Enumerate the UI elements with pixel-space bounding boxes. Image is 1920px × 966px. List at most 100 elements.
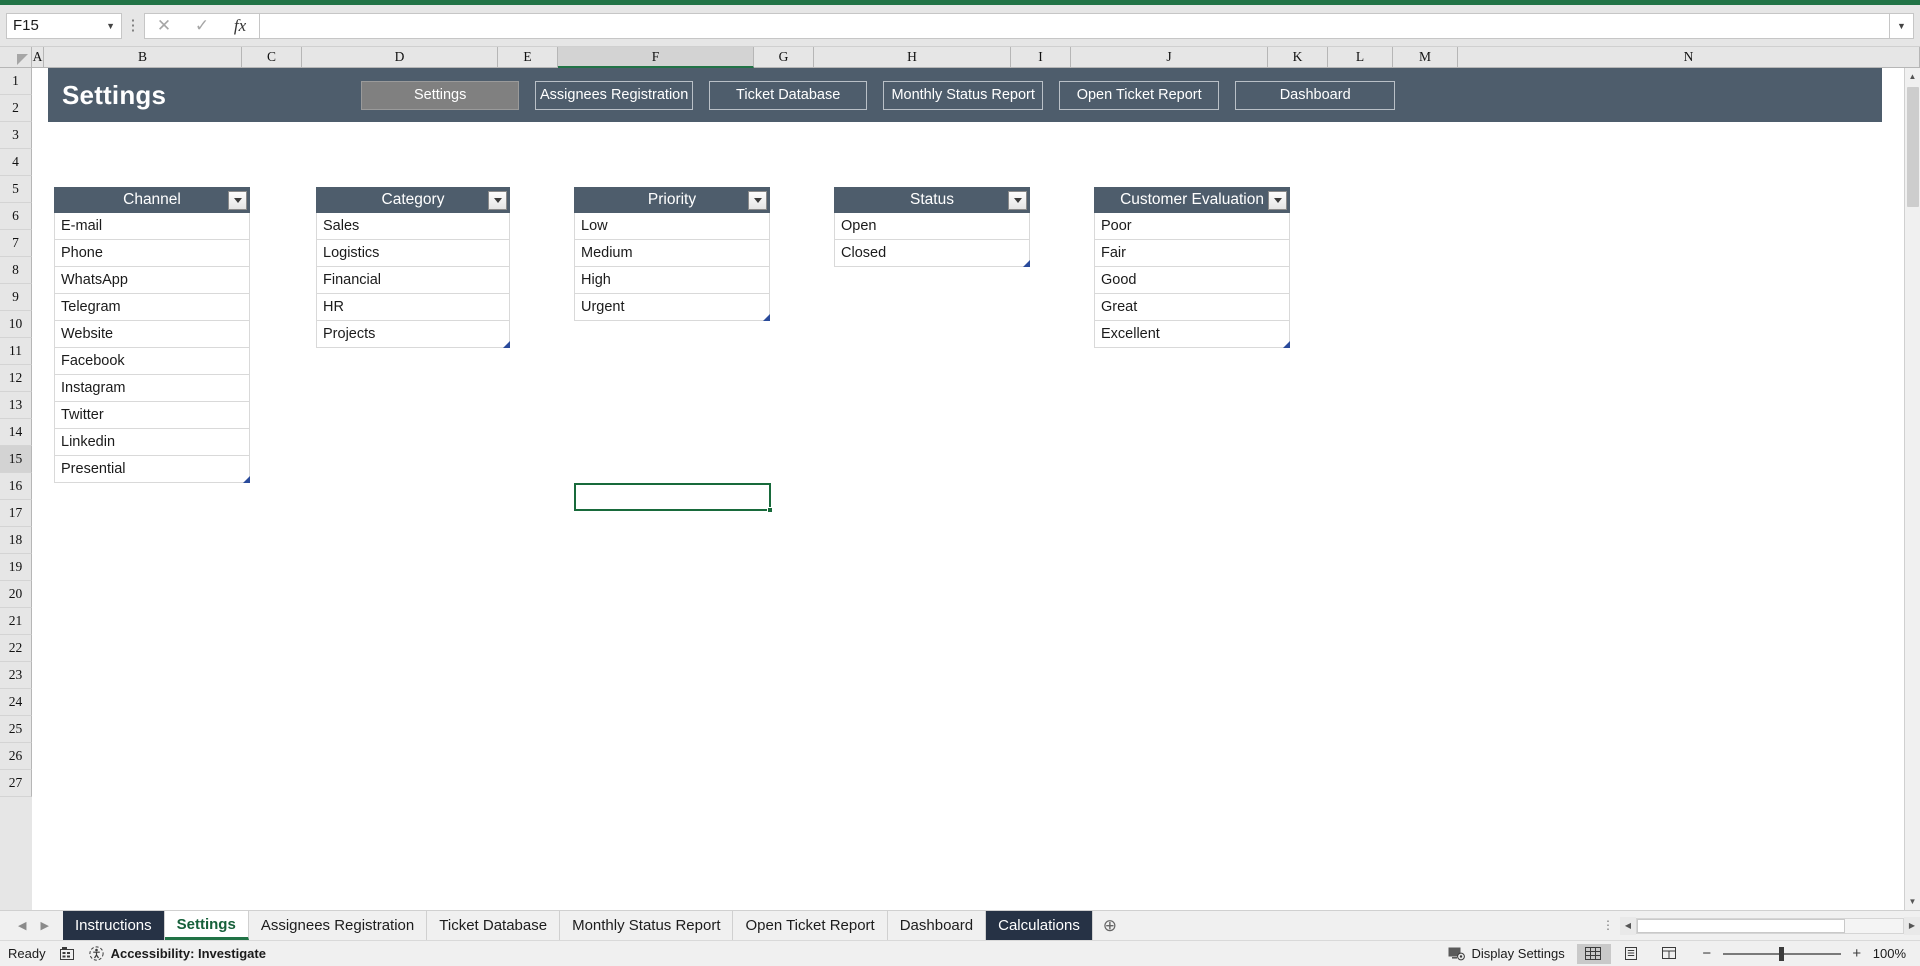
lookup-table-row[interactable]: Twitter — [54, 402, 250, 429]
lookup-table-row[interactable]: Urgent — [574, 294, 770, 321]
select-all-corner[interactable] — [0, 47, 32, 67]
scroll-right-icon[interactable]: ▶ — [1904, 916, 1920, 935]
plus-icon[interactable]: ⊕ — [1092, 911, 1127, 940]
lookup-table-row[interactable]: Telegram — [54, 294, 250, 321]
filter-dropdown-icon[interactable] — [1008, 191, 1027, 210]
column-header-j[interactable]: J — [1071, 47, 1268, 67]
fill-handle[interactable] — [767, 507, 773, 513]
scroll-left-icon[interactable]: ◀ — [1620, 916, 1636, 935]
column-header-l[interactable]: L — [1328, 47, 1393, 67]
column-header-f[interactable]: F — [558, 47, 754, 68]
nav-button-settings[interactable]: Settings — [361, 80, 520, 110]
formula-input[interactable] — [259, 12, 1890, 39]
row-header-17[interactable]: 17 — [0, 500, 32, 527]
row-header-6[interactable]: 6 — [0, 203, 32, 230]
lookup-table-row[interactable]: Sales — [316, 213, 510, 240]
sheet-tab-open-ticket-report[interactable]: Open Ticket Report — [733, 911, 888, 940]
row-header-23[interactable]: 23 — [0, 662, 32, 689]
horizontal-scroll-thumb[interactable] — [1637, 918, 1845, 933]
lookup-table-row[interactable]: Open — [834, 213, 1030, 240]
chevron-right-icon[interactable]: ▶ — [40, 919, 48, 932]
row-header-22[interactable]: 22 — [0, 635, 32, 662]
chevron-down-icon[interactable]: ▼ — [1890, 12, 1914, 39]
row-header-9[interactable]: 9 — [0, 284, 32, 311]
lookup-table-row[interactable]: Excellent — [1094, 321, 1290, 348]
vertical-scroll-thumb[interactable] — [1906, 87, 1919, 207]
accessibility-status[interactable]: Accessibility: Investigate — [88, 946, 266, 961]
zoom-slider[interactable] — [1722, 946, 1841, 961]
row-header-5[interactable]: 5 — [0, 176, 32, 203]
filter-dropdown-icon[interactable] — [228, 191, 247, 210]
row-header-14[interactable]: 14 — [0, 419, 32, 446]
row-header-19[interactable]: 19 — [0, 554, 32, 581]
close-icon[interactable]: ✕ — [145, 14, 183, 38]
lookup-table-row[interactable]: Financial — [316, 267, 510, 294]
nav-button-ticket-database[interactable]: Ticket Database — [709, 80, 868, 110]
table-resize-handle[interactable] — [1023, 260, 1030, 267]
nav-button-open-ticket-report[interactable]: Open Ticket Report — [1059, 80, 1220, 110]
row-header-2[interactable]: 2 — [0, 95, 32, 122]
lookup-table-row[interactable]: Logistics — [316, 240, 510, 267]
page-break-view-icon[interactable] — [1653, 944, 1687, 964]
lookup-table-row[interactable]: Facebook — [54, 348, 250, 375]
row-header-3[interactable]: 3 — [0, 122, 32, 149]
row-header-8[interactable]: 8 — [0, 257, 32, 284]
column-header-g[interactable]: G — [754, 47, 814, 67]
table-resize-handle[interactable] — [763, 314, 770, 321]
lookup-table-row[interactable]: Closed — [834, 240, 1030, 267]
zoom-out-button[interactable]: − — [1701, 945, 1713, 962]
table-resize-handle[interactable] — [503, 341, 510, 348]
scroll-down-icon[interactable]: ▼ — [1904, 893, 1920, 910]
column-header-i[interactable]: I — [1011, 47, 1071, 67]
row-header-13[interactable]: 13 — [0, 392, 32, 419]
row-header-10[interactable]: 10 — [0, 311, 32, 338]
nav-button-dashboard[interactable]: Dashboard — [1235, 80, 1396, 110]
display-settings[interactable]: Display Settings — [1448, 946, 1573, 961]
name-box[interactable]: F15 ▼ — [6, 12, 122, 39]
cells-area[interactable]: Settings Settings Assignees Registration T… — [32, 68, 1920, 910]
horizontal-scrollbar[interactable]: ◀ ▶ — [1620, 916, 1920, 935]
row-header-20[interactable]: 20 — [0, 581, 32, 608]
sheet-tab-settings[interactable]: Settings — [164, 911, 249, 940]
column-header-d[interactable]: D — [302, 47, 498, 67]
lookup-table-row[interactable]: Projects — [316, 321, 510, 348]
sheet-tab-instructions[interactable]: Instructions — [62, 911, 165, 940]
active-cell-f15[interactable] — [574, 483, 773, 513]
row-header-24[interactable]: 24 — [0, 689, 32, 716]
lookup-table-row[interactable]: Good — [1094, 267, 1290, 294]
column-header-h[interactable]: H — [814, 47, 1011, 67]
lookup-table-row[interactable]: Instagram — [54, 375, 250, 402]
lookup-table-row[interactable]: Low — [574, 213, 770, 240]
lookup-table-row[interactable]: Poor — [1094, 213, 1290, 240]
page-layout-view-icon[interactable] — [1615, 944, 1649, 964]
filter-dropdown-icon[interactable] — [488, 191, 507, 210]
column-header-b[interactable]: B — [44, 47, 242, 67]
column-header-a[interactable]: A — [32, 47, 44, 67]
table-resize-handle[interactable] — [1283, 341, 1290, 348]
row-header-25[interactable]: 25 — [0, 716, 32, 743]
row-header-16[interactable]: 16 — [0, 473, 32, 500]
lookup-table-row[interactable]: WhatsApp — [54, 267, 250, 294]
lookup-table-row[interactable]: High — [574, 267, 770, 294]
check-icon[interactable]: ✓ — [183, 14, 221, 38]
lookup-table-row[interactable]: HR — [316, 294, 510, 321]
lookup-table-row[interactable]: Fair — [1094, 240, 1290, 267]
filter-dropdown-icon[interactable] — [1268, 191, 1287, 210]
row-header-26[interactable]: 26 — [0, 743, 32, 770]
sheet-tab-monthly-status-report[interactable]: Monthly Status Report — [560, 911, 734, 940]
lookup-table-row[interactable]: Medium — [574, 240, 770, 267]
lookup-table-row[interactable]: Website — [54, 321, 250, 348]
tabbar-options-icon[interactable]: ⋮ — [1596, 919, 1620, 931]
lookup-table-row[interactable]: E-mail — [54, 213, 250, 240]
lookup-table-row[interactable]: Great — [1094, 294, 1290, 321]
nav-button-monthly-status-report[interactable]: Monthly Status Report — [883, 80, 1044, 110]
row-header-4[interactable]: 4 — [0, 149, 32, 176]
fx-icon[interactable]: fx — [221, 14, 259, 38]
sheet-tab-calculations[interactable]: Calculations — [986, 911, 1093, 940]
column-header-c[interactable]: C — [242, 47, 302, 67]
horizontal-scroll-track[interactable] — [1636, 917, 1904, 934]
column-header-m[interactable]: M — [1393, 47, 1458, 67]
chevron-down-icon[interactable]: ▼ — [106, 21, 115, 31]
row-header-12[interactable]: 12 — [0, 365, 32, 392]
vertical-scrollbar[interactable]: ▲ ▼ — [1904, 68, 1920, 910]
